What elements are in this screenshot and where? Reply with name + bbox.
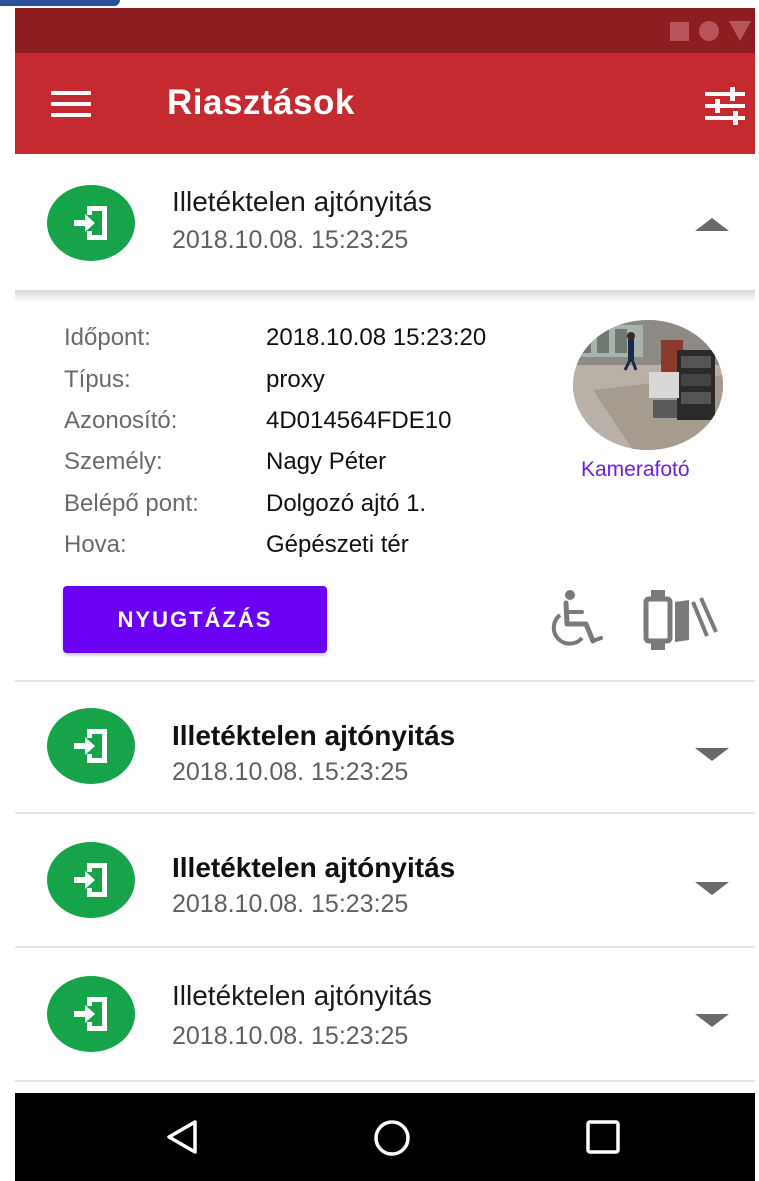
recents-icon[interactable] <box>585 1119 621 1160</box>
status-icons <box>670 21 751 41</box>
detail-value-type: proxy <box>266 366 325 393</box>
alert-title: Illetéktelen ajtónyitás <box>172 852 456 883</box>
alert-item[interactable]: Illetéktelen ajtónyitás 2018.10.08. 15:2… <box>15 154 755 290</box>
alert-title: Illetéktelen ajtónyitás <box>172 720 456 751</box>
detail-value-person: Nagy Péter <box>266 448 387 475</box>
phone-screen: Riasztások Illetéktelen ajtónyitás 2018.… <box>15 8 755 1181</box>
page-title: Riasztások <box>167 83 355 122</box>
detail-label-type: Típus: <box>64 366 131 393</box>
alert-item[interactable]: Illetéktelen ajtónyitás 2018.10.08. 15:2… <box>15 948 755 1080</box>
detail-label-person: Személy: <box>64 448 163 475</box>
alert-detail-panel: Időpont: 2018.10.08 15:23:20 Típus: prox… <box>15 290 755 683</box>
detail-label-entry-point: Belépő pont: <box>64 490 199 517</box>
alert-item[interactable]: Illetéktelen ajtónyitás 2018.10.08. 15:2… <box>15 814 755 946</box>
alert-time: 2018.10.08. 15:23:25 <box>172 758 409 786</box>
detail-label-id: Azonosító: <box>64 407 178 434</box>
alert-title: Illetéktelen ajtónyitás <box>172 186 432 217</box>
navigation-bar <box>15 1093 755 1181</box>
detail-label-time: Időpont: <box>64 324 151 351</box>
app-bar: Riasztások <box>15 53 755 154</box>
detail-value-id: 4D014564FDE10 <box>266 407 452 434</box>
alert-title: Illetéktelen ajtónyitás <box>172 980 432 1011</box>
camera-photo-link[interactable]: Kamerafotó <box>581 458 690 482</box>
chevron-down-icon[interactable] <box>695 748 729 761</box>
alert-time: 2018.10.08. 15:23:25 <box>172 1022 409 1050</box>
outer-margin <box>0 0 15 1181</box>
camera-photo-thumbnail[interactable] <box>573 320 723 450</box>
alert-time: 2018.10.08. 15:23:25 <box>172 226 409 254</box>
hamburger-menu-icon[interactable] <box>51 91 95 121</box>
chevron-up-icon[interactable] <box>695 218 729 231</box>
tune-sliders-icon[interactable] <box>703 86 747 126</box>
door-entry-icon <box>47 708 135 784</box>
acknowledge-button[interactable]: NYUGTÁZÁS <box>63 586 327 653</box>
door-entry-icon <box>47 842 135 918</box>
detail-label-destination: Hova: <box>64 531 127 558</box>
detail-value-time: 2018.10.08 15:23:20 <box>266 324 487 351</box>
triangle-status-icon <box>729 21 751 41</box>
circle-status-icon <box>699 21 719 41</box>
chevron-down-icon[interactable] <box>695 1014 729 1027</box>
panel-shadow <box>15 290 755 302</box>
door-entry-icon <box>47 976 135 1052</box>
wheelchair-icon <box>540 588 604 657</box>
back-icon[interactable] <box>165 1119 201 1160</box>
detail-value-destination: Gépészeti tér <box>266 531 409 558</box>
square-status-icon <box>670 21 689 41</box>
corner-marker <box>0 0 120 6</box>
home-icon[interactable] <box>373 1119 411 1162</box>
chevron-down-icon[interactable] <box>695 882 729 895</box>
access-card-icon <box>643 588 723 657</box>
detail-value-entry-point: Dolgozó ajtó 1. <box>266 490 427 517</box>
status-bar <box>15 8 755 53</box>
alert-time: 2018.10.08. 15:23:25 <box>172 890 409 918</box>
door-entry-icon <box>47 185 135 261</box>
alert-item[interactable]: Illetéktelen ajtónyitás 2018.10.08. 15:2… <box>15 682 755 812</box>
divider <box>15 1080 755 1082</box>
